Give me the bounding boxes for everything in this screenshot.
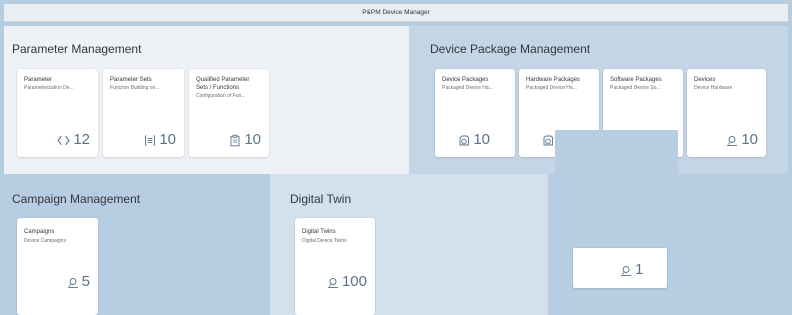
tile-title: Hardware Packages — [526, 77, 581, 83]
tile-kpi-value: 5 — [81, 273, 90, 290]
drag-placeholder — [555, 130, 678, 174]
tile-title: Parameter — [24, 77, 53, 83]
tile-kpi-value: 12 — [73, 131, 90, 148]
tile-devices[interactable]: Devices Device Hardware 10 — [687, 69, 766, 157]
tile-subtitle: Configuration of Fun... — [196, 93, 246, 99]
tile-subtitle: Function Building on... — [110, 85, 160, 91]
parameter-management-group: Parameter Management Parameter Parameter… — [4, 26, 409, 174]
group-title: Campaign Management — [12, 192, 141, 206]
tile-digital-twins[interactable]: Digital Twins Digital Device Twins 100 — [295, 218, 375, 315]
tile-parameter[interactable]: Parameter Parameterization De... 12 — [17, 69, 98, 157]
tile-kpi-value: 100 — [341, 273, 367, 290]
tile-device-packages[interactable]: Device Packages Packaged Device Ha... 10 — [435, 69, 515, 157]
tile-parameter-sets[interactable]: Parameter Sets Function Building on... 1… — [103, 69, 184, 157]
app-title: P&PM Device Manager — [362, 9, 430, 16]
tile-kpi-value: 10 — [244, 131, 261, 148]
tile-title: Devices — [694, 77, 716, 83]
device-icon — [727, 136, 738, 146]
tile-title: Parameter Sets — [110, 77, 152, 83]
extra-group — [548, 174, 788, 315]
shell-header: P&PM Device Manager — [4, 4, 788, 22]
code-brackets-icon — [57, 135, 70, 146]
tile-subtitle: Packaged Device Ha... — [526, 85, 577, 91]
tile-kpi-value: 1 — [635, 261, 644, 278]
tile-kpi-value: 10 — [159, 131, 176, 148]
group-title: Parameter Management — [12, 42, 142, 56]
tile-kpi-value: 10 — [473, 131, 490, 148]
tile-title: Software Packages — [610, 77, 662, 83]
clipboard-icon — [230, 134, 240, 147]
tile-subtitle: Parameterization De... — [24, 85, 74, 91]
tile-campaigns[interactable]: Campaigns Device Campaigns 5 — [17, 218, 98, 315]
tile-subtitle: Device Hardware — [694, 85, 733, 91]
tile-title: Digital Twins — [302, 229, 336, 235]
tile-title: Campaigns — [24, 229, 55, 235]
device-icon — [67, 278, 78, 288]
tile-title: Device Packages — [442, 77, 489, 83]
device-icon — [621, 266, 631, 276]
tile-qualified-parameter-sets[interactable]: Qualified Parameter Sets / Functions Con… — [189, 69, 269, 157]
package-icon — [543, 135, 554, 146]
tile-kpi-value: 10 — [741, 131, 758, 148]
tile-extra[interactable]: 1 — [573, 248, 667, 288]
tile-title: Qualified Parameter Sets / Functions — [196, 77, 250, 91]
campaign-management-group: Campaign Management Campaigns Device Cam… — [4, 174, 270, 315]
group-title: Digital Twin — [290, 192, 352, 206]
digital-twin-group: Digital Twin Digital Twins Digital Devic… — [270, 174, 548, 315]
package-icon — [459, 135, 470, 146]
list-icon — [145, 135, 156, 146]
tile-subtitle: Digital Device Twins — [302, 238, 347, 244]
group-title: Device Package Management — [430, 42, 591, 56]
tile-subtitle: Packaged Device So... — [610, 85, 661, 91]
device-icon — [327, 278, 338, 288]
tile-subtitle: Device Campaigns — [24, 238, 66, 244]
tile-subtitle: Packaged Device Ha... — [442, 85, 493, 91]
